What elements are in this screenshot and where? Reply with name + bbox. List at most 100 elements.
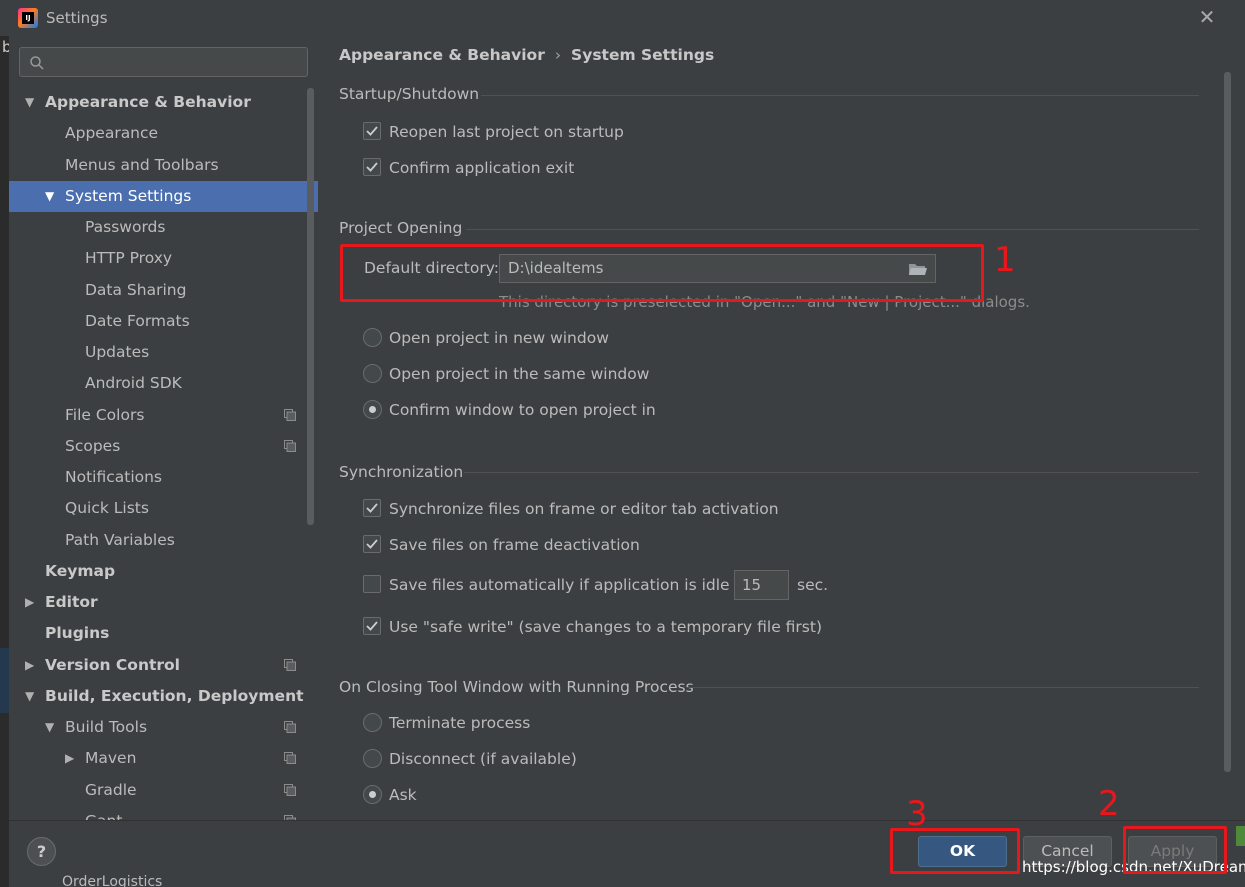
sidebar-item-notifications[interactable]: Notifications xyxy=(9,462,309,493)
annotation-box-apply xyxy=(1123,826,1227,874)
background-project-text: OrderLogistics xyxy=(62,874,163,887)
help-button[interactable]: ? xyxy=(27,837,56,866)
background-selection-strip xyxy=(0,648,9,713)
checkbox-unchecked[interactable] xyxy=(363,575,381,593)
sidebar-item-label: Build, Execution, Deployment xyxy=(45,686,304,705)
sidebar-item-data-sharing[interactable]: Data Sharing xyxy=(9,275,309,306)
sidebar-item-updates[interactable]: Updates xyxy=(9,337,309,368)
intellij-idea-icon: IJ xyxy=(18,8,38,28)
sidebar-item-quick-lists[interactable]: Quick Lists xyxy=(9,493,309,524)
chevron-down-icon[interactable]: ▼ xyxy=(45,181,54,212)
project-level-icon xyxy=(284,721,296,733)
sidebar-item-gradle[interactable]: Gradle xyxy=(9,775,309,806)
checkbox-checked[interactable] xyxy=(363,617,381,635)
dialog-button-bar: ? OK Cancel Apply xyxy=(9,820,1245,887)
checkbox-label: Save files on frame deactivation xyxy=(389,536,640,554)
idle-seconds-value: 15 xyxy=(742,576,762,594)
sidebar-item-label: Gant xyxy=(85,806,122,820)
section-divider xyxy=(466,229,1199,230)
sidebar-item-label: Gradle xyxy=(85,780,137,799)
window-title: Settings xyxy=(46,9,108,27)
chevron-down-icon[interactable]: ▼ xyxy=(25,87,34,118)
sidebar-item-label: Quick Lists xyxy=(65,499,149,518)
sidebar-item-appearance-behavior[interactable]: ▼ Appearance & Behavior xyxy=(9,87,309,118)
breadcrumb: Appearance & Behavior › System Settings xyxy=(339,46,714,64)
sidebar-item-label: Menus and Toolbars xyxy=(65,155,219,174)
annotation-box-ok xyxy=(890,828,1020,874)
sidebar-item-build-execution-deployment[interactable]: ▼ Build, Execution, Deployment xyxy=(9,681,309,712)
sidebar-item-label: File Colors xyxy=(65,405,145,424)
radio-button[interactable] xyxy=(363,749,382,768)
sidebar-item-label: Notifications xyxy=(65,468,163,486)
radio-button[interactable] xyxy=(363,328,382,347)
sidebar-item-scopes[interactable]: Scopes xyxy=(9,431,309,462)
radio-label: Disconnect (if available) xyxy=(389,750,577,768)
idle-unit-label: sec. xyxy=(797,576,829,594)
breadcrumb-current: System Settings xyxy=(571,46,715,64)
chevron-down-icon[interactable]: ▼ xyxy=(45,712,54,743)
sidebar-item-android-sdk[interactable]: Android SDK xyxy=(9,368,309,399)
section-divider xyxy=(686,687,1199,688)
chevron-right-icon[interactable]: ▶ xyxy=(65,743,74,774)
sidebar-item-label: Scopes xyxy=(65,436,121,455)
sidebar-item-menus-and-toolbars[interactable]: Menus and Toolbars xyxy=(9,150,309,181)
sidebar-item-passwords[interactable]: Passwords xyxy=(9,212,309,243)
sidebar-item-http-proxy[interactable]: HTTP Proxy xyxy=(9,243,309,274)
checkbox-label: Synchronize files on frame or editor tab… xyxy=(389,500,779,518)
sidebar-scrollbar[interactable] xyxy=(307,88,314,525)
sidebar-item-label: Path Variables xyxy=(65,530,175,549)
radio-button[interactable] xyxy=(363,364,382,383)
idle-seconds-input[interactable]: 15 xyxy=(734,570,789,600)
radio-label: Ask xyxy=(389,786,417,804)
sidebar-item-plugins[interactable]: Plugins xyxy=(9,618,309,649)
sidebar-item-version-control[interactable]: ▶ Version Control xyxy=(9,650,309,681)
sidebar-item-maven[interactable]: ▶ Maven xyxy=(9,743,309,774)
sidebar-item-file-colors[interactable]: File Colors xyxy=(9,400,309,431)
sidebar-item-label: HTTP Proxy xyxy=(85,249,173,268)
checkbox-checked[interactable] xyxy=(363,535,381,553)
breadcrumb-parent[interactable]: Appearance & Behavior xyxy=(339,46,545,64)
sidebar-item-label: Android SDK xyxy=(85,374,182,393)
sidebar-item-keymap[interactable]: Keymap xyxy=(9,556,309,587)
background-green-mark xyxy=(1236,826,1245,846)
checkbox-label: Use "safe write" (save changes to a temp… xyxy=(389,618,822,636)
chevron-right-icon[interactable]: ▶ xyxy=(25,587,34,618)
radio-label: Confirm window to open project in xyxy=(389,401,656,419)
background-editor-edge-bottom xyxy=(0,826,9,887)
search-icon xyxy=(30,56,44,70)
sidebar-item-date-formats[interactable]: Date Formats xyxy=(9,306,309,337)
sidebar-item-label: Plugins xyxy=(45,624,110,643)
checkbox-checked[interactable] xyxy=(363,499,381,517)
sidebar-item-label: Version Control xyxy=(45,655,180,674)
sidebar-item-label: Appearance & Behavior xyxy=(45,93,251,111)
sidebar-item-appearance[interactable]: Appearance xyxy=(9,118,309,149)
sidebar-item-path-variables[interactable]: Path Variables xyxy=(9,525,309,556)
sidebar-item-system-settings[interactable]: ▼ System Settings xyxy=(9,180,318,212)
checkbox-checked[interactable] xyxy=(363,158,381,176)
radio-button-selected[interactable] xyxy=(363,400,382,419)
sidebar-item-label: Date Formats xyxy=(85,311,190,330)
project-level-icon xyxy=(284,439,296,452)
project-level-icon xyxy=(284,752,296,765)
close-icon[interactable]: ✕ xyxy=(1196,6,1218,28)
content-scrollbar[interactable] xyxy=(1224,72,1231,772)
chevron-right-icon[interactable]: ▶ xyxy=(25,650,34,681)
sidebar-item-label: System Settings xyxy=(65,186,192,205)
sidebar-item-editor[interactable]: ▶ Editor xyxy=(9,587,309,618)
sidebar-item-label: Maven xyxy=(85,749,137,768)
search-input[interactable] xyxy=(19,47,308,77)
checkbox-label: Save files automatically if application … xyxy=(389,576,756,594)
checkbox-checked[interactable] xyxy=(363,122,381,140)
sidebar-item-label: Data Sharing xyxy=(85,280,187,299)
radio-button[interactable] xyxy=(363,713,382,732)
sidebar-item-gant[interactable]: Gant xyxy=(9,806,309,820)
radio-button-selected[interactable] xyxy=(363,785,382,804)
chevron-down-icon[interactable]: ▼ xyxy=(25,681,34,712)
annotation-number-2: 2 xyxy=(1098,784,1120,824)
project-level-icon xyxy=(284,783,296,796)
annotation-box-directory xyxy=(340,244,984,302)
section-divider xyxy=(481,95,1199,96)
sidebar-item-build-tools[interactable]: ▼ Build Tools xyxy=(9,712,309,743)
section-title-startup: Startup/Shutdown xyxy=(339,85,480,103)
sidebar-item-label: Editor xyxy=(45,593,98,611)
